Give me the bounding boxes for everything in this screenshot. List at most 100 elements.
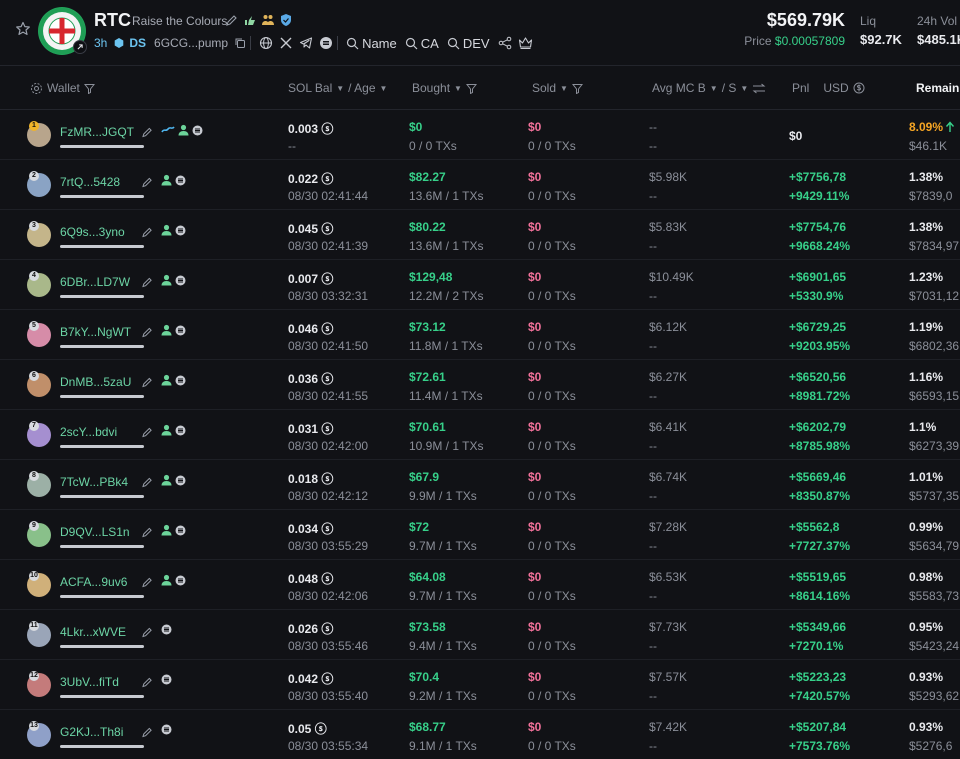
edit-icon[interactable] — [141, 226, 153, 238]
edit-icon[interactable] — [141, 526, 153, 538]
wallet-address[interactable]: 6DBr...LD7W — [60, 275, 130, 289]
sol-balance: 0.045 ⓢ — [288, 222, 334, 236]
table-row[interactable]: 2 7rtQ...5428 0.022 ⓢ 08/30 02:41:44 $82… — [0, 160, 960, 210]
ds-link[interactable]: DS — [129, 36, 146, 50]
bought-tx: 12.2M / 2 TXs — [409, 289, 484, 303]
wallet-address[interactable]: 7TcW...PBk4 — [60, 475, 128, 489]
wallet-address[interactable]: G2KJ...Th8i — [60, 725, 123, 739]
edit-icon[interactable] — [141, 326, 153, 338]
table-row[interactable]: 12 3UbV...fiTd 0.042 ⓢ 08/30 03:55:40 $7… — [0, 660, 960, 710]
col-avg-mc[interactable]: Avg MC B ▼ / S ▼ — [652, 81, 766, 95]
edit-icon[interactable] — [141, 126, 153, 138]
sort-caret-icon[interactable]: ▼ — [454, 84, 462, 93]
col-remaining[interactable]: Remaining — [916, 81, 960, 95]
wallet-address[interactable]: 6Q9s...3yno — [60, 225, 125, 239]
wallet-holding-bar — [60, 395, 144, 398]
filter-icon[interactable] — [83, 83, 95, 94]
table-row[interactable]: 3 6Q9s...3yno 0.045 ⓢ 08/30 02:41:39 $80… — [0, 210, 960, 260]
table-row[interactable]: 9 D9QV...LS1n 0.034 ⓢ 08/30 03:55:29 $72… — [0, 510, 960, 560]
table-row[interactable]: 8 7TcW...PBk4 0.018 ⓢ 08/30 02:42:12 $67… — [0, 460, 960, 510]
wallet-address[interactable]: D9QV...LS1n — [60, 525, 130, 539]
wallet-address[interactable]: 7rtQ...5428 — [60, 175, 120, 189]
currency-toggle-icon[interactable] — [853, 82, 865, 94]
table-row[interactable]: 4 6DBr...LD7W 0.007 ⓢ 08/30 03:32:31 $12… — [0, 260, 960, 310]
sold-tx: 0 / 0 TXs — [528, 739, 576, 753]
remaining-value: $5737,35 — [909, 489, 960, 503]
table-row[interactable]: 7 2scY...bdvi 0.031 ⓢ 08/30 02:42:00 $70… — [0, 410, 960, 460]
filter-icon[interactable] — [571, 83, 583, 94]
contract-address[interactable]: 6GCG...pump — [154, 36, 228, 50]
table-row[interactable]: 5 B7kY...NgWT 0.046 ⓢ 08/30 02:41:50 $73… — [0, 310, 960, 360]
telegram-icon[interactable] — [299, 36, 313, 50]
copy-icon[interactable] — [234, 37, 246, 49]
edit-icon[interactable] — [141, 576, 153, 588]
col-sold[interactable]: Sold ▼ — [532, 81, 583, 95]
edit-icon[interactable] — [141, 276, 153, 288]
crown-icon[interactable] — [518, 36, 533, 50]
sort-caret-icon[interactable]: ▼ — [380, 84, 388, 93]
edit-icon[interactable] — [141, 726, 153, 738]
sold-usd: $0 — [528, 670, 542, 684]
search-icon[interactable] — [346, 37, 359, 50]
share-icon[interactable] — [498, 36, 512, 50]
sol-balance: 0.018 ⓢ — [288, 472, 334, 486]
x-twitter-icon[interactable] — [279, 36, 293, 50]
edit-icon[interactable] — [225, 13, 239, 27]
col-bought[interactable]: Bought ▼ — [412, 81, 477, 95]
edit-icon[interactable] — [141, 476, 153, 488]
remaining-percent: 8.09% — [909, 120, 944, 134]
sort-caret-icon[interactable]: ▼ — [710, 84, 718, 93]
edit-icon[interactable] — [141, 426, 153, 438]
wallet-address[interactable]: DnMB...5zaU — [60, 375, 131, 389]
pnl-percent: +8785.98% — [789, 439, 851, 453]
search-ca-link[interactable]: CA — [421, 36, 439, 51]
table-row[interactable]: 1 FzMR...JGQT 0.003 ⓢ -- $0 0 / 0 TXs $0… — [0, 110, 960, 160]
first-buy-age: 08/30 02:41:44 — [288, 189, 369, 203]
swap-arrows-icon[interactable] — [752, 83, 766, 94]
pnl-percent: +9203.95% — [789, 339, 851, 353]
edit-icon[interactable] — [141, 626, 153, 638]
pump-icon[interactable] — [319, 36, 333, 50]
bought-usd: $80.22 — [409, 220, 446, 234]
shield-check-icon — [281, 14, 291, 26]
search-dev-link[interactable]: DEV — [463, 36, 490, 51]
search-icon[interactable] — [447, 37, 460, 50]
first-buy-age: 08/30 02:41:55 — [288, 389, 369, 403]
wallet-address[interactable]: B7kY...NgWT — [60, 325, 131, 339]
edit-icon[interactable] — [141, 676, 153, 688]
wallet-address[interactable]: 4Lkr...xWVE — [60, 625, 126, 639]
filter-icon[interactable] — [465, 83, 477, 94]
wallet-holding-bar — [60, 695, 144, 698]
first-buy-age: 08/30 03:55:34 — [288, 739, 369, 753]
sort-caret-icon[interactable]: ▼ — [560, 84, 568, 93]
col-sol-bal-label: SOL Bal — [288, 81, 333, 95]
col-pnl[interactable]: Pnl USD — [792, 81, 865, 95]
avg-mc-buy: $6.27K — [649, 370, 688, 384]
wallet-address[interactable]: FzMR...JGQT — [60, 125, 134, 139]
bought-usd: $82.27 — [409, 170, 446, 184]
search-name-link[interactable]: Name — [362, 36, 397, 51]
wallet-address[interactable]: 3UbV...fiTd — [60, 675, 119, 689]
globe-icon[interactable] — [259, 36, 273, 50]
table-row[interactable]: 10 ACFA...9uv6 0.048 ⓢ 08/30 02:42:06 $6… — [0, 560, 960, 610]
search-icon[interactable] — [405, 37, 418, 50]
table-row[interactable]: 11 4Lkr...xWVE 0.026 ⓢ 08/30 03:55:46 $7… — [0, 610, 960, 660]
table-row[interactable]: 13 G2KJ...Th8i 0.05 ⓢ 08/30 03:55:34 $68… — [0, 710, 960, 759]
sort-caret-icon[interactable]: ▼ — [336, 84, 344, 93]
wallet-address[interactable]: 2scY...bdvi — [60, 425, 117, 439]
sold-tx: 0 / 0 TXs — [528, 589, 576, 603]
favorite-star-icon[interactable] — [15, 21, 31, 37]
col-wallet[interactable]: Wallet — [30, 81, 95, 95]
wallet-tags — [161, 224, 186, 236]
first-buy-age: 08/30 02:42:12 — [288, 489, 369, 503]
sold-usd: $0 — [528, 270, 542, 284]
avg-mc-sell: -- — [649, 139, 657, 153]
edit-icon[interactable] — [141, 376, 153, 388]
table-row[interactable]: 6 DnMB...5zaU 0.036 ⓢ 08/30 02:41:55 $72… — [0, 360, 960, 410]
sort-caret-icon[interactable]: ▼ — [740, 84, 748, 93]
col-sol-bal[interactable]: SOL Bal ▼ / Age ▼ — [288, 81, 387, 95]
settings-gear-icon[interactable] — [30, 82, 43, 95]
col-usd-label[interactable]: USD — [823, 81, 848, 95]
wallet-address[interactable]: ACFA...9uv6 — [60, 575, 127, 589]
edit-icon[interactable] — [141, 176, 153, 188]
